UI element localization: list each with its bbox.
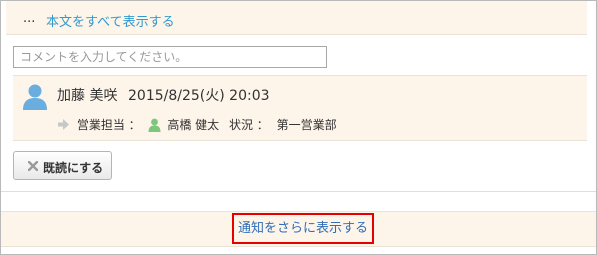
user-avatar-icon — [23, 84, 47, 110]
notification-details: 営業担当 ： 高橋 健太 状況 ： 第一営業部 — [58, 116, 337, 133]
close-x-icon — [28, 161, 38, 171]
notification-panel: ... 本文をすべて表示する 加藤 美咲 2015/8/25(火) 20:03 … — [0, 0, 597, 255]
post-body-band: ... 本文をすべて表示する — [6, 1, 587, 35]
show-full-text-link[interactable]: 本文をすべて表示する — [46, 11, 175, 30]
mark-as-read-button[interactable]: 既読にする — [13, 151, 112, 180]
field-label-sales-rep: 営業担当 ： — [76, 118, 141, 132]
user-icon — [148, 118, 161, 132]
arrow-right-icon — [58, 119, 69, 130]
comment-input[interactable] — [13, 46, 327, 68]
field-label-status: 状況 ： — [228, 118, 269, 132]
show-more-notifications-link[interactable]: 通知をさらに表示する — [232, 213, 375, 244]
timestamp: 2015/8/25(火) 20:03 — [128, 88, 270, 104]
divider — [1, 191, 596, 192]
notification-item: 加藤 美咲 2015/8/25(火) 20:03 営業担当 ： 高橋 健太 状況… — [13, 75, 587, 141]
ellipsis: ... — [23, 11, 36, 26]
field-value-sales-rep: 高橋 健太 — [167, 118, 220, 132]
more-notifications-band: 通知をさらに表示する — [1, 211, 596, 247]
field-value-status: 第一営業部 — [276, 118, 337, 132]
user-name: 加藤 美咲 — [57, 88, 118, 104]
mark-as-read-label: 既読にする — [43, 161, 104, 175]
